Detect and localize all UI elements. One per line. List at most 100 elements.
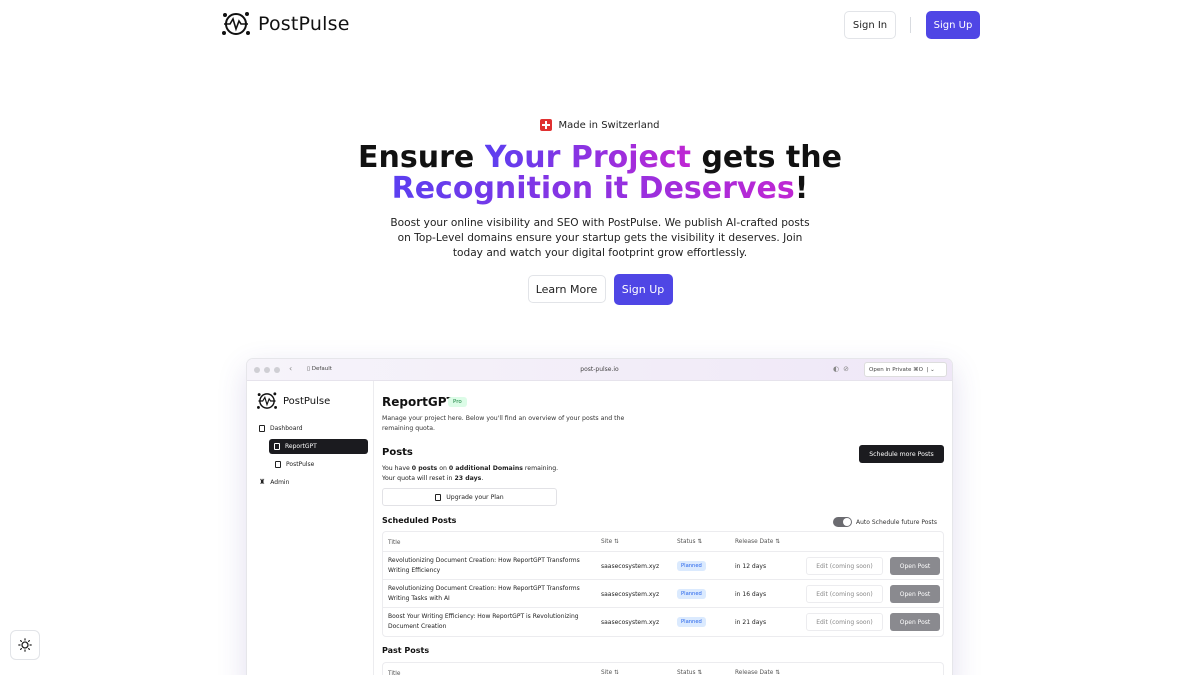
upgrade-label: Upgrade your Plan (446, 493, 504, 501)
open-private-button: Open in Private ⌘O | ⌄ (864, 362, 947, 377)
open-post-button: Open Post (890, 557, 940, 575)
hero-sign-up-button[interactable]: Sign Up (613, 274, 673, 305)
sidebar-item-dashboard: Dashboard (259, 425, 303, 432)
project-description: Manage your project here. Below you'll f… (382, 415, 625, 432)
post-title: Boost Your Writing Efficiency: How Repor… (388, 613, 579, 630)
pulse-logo-icon (257, 392, 277, 409)
site-header: PostPulse Sign In Sign Up (0, 0, 1200, 50)
table-header: Title Site ⇅ Status ⇅ Release Date ⇅ (383, 663, 943, 675)
private-shortcut: ⌘O (913, 366, 923, 373)
status-badge: Planned (677, 617, 706, 627)
table-header: Title Site ⇅ Status ⇅ Release Date ⇅ (383, 532, 943, 552)
sidebar-item-label: ReportGPT (285, 443, 317, 450)
sidebar-brand: PostPulse (255, 391, 330, 411)
sun-icon (18, 638, 32, 652)
post-release: in 21 days (735, 619, 767, 626)
column-header-title: Title (388, 540, 401, 546)
sidebar-brand-name: PostPulse (283, 395, 331, 407)
title-highlight: Recognition it Deserves (391, 171, 795, 206)
post-site: saasecosystem.xyz (601, 591, 660, 598)
admin-icon: ♜ (259, 478, 266, 486)
open-post-button: Open Post (890, 613, 940, 631)
quota-info: You have 0 posts on 0 additional Domains… (382, 464, 558, 484)
title-highlight: Your Project (484, 140, 692, 175)
sidebar-item-postpulse: PostPulse (275, 461, 314, 468)
reset-text: . (481, 475, 484, 482)
app-sidebar: PostPulse Dashboard ReportGPT PostPulse … (247, 381, 374, 675)
status-badge: Planned (677, 589, 706, 599)
share-link-icons: ◐⊘ (833, 365, 853, 373)
project-icon (275, 461, 281, 468)
sidebar-item-label: Dashboard (270, 425, 303, 432)
pulse-logo-icon (222, 12, 250, 35)
column-header-label: Status (677, 670, 696, 675)
column-header-status: Status ⇅ (677, 670, 703, 675)
document-icon (259, 425, 265, 432)
quota-text: on (437, 465, 449, 472)
column-header-label: Release Date (735, 670, 774, 675)
sidebar-item-label: Admin (270, 478, 290, 486)
title-part: gets the (691, 140, 842, 175)
upgrade-plan-button: Upgrade your Plan (382, 488, 557, 506)
app-preview-mockup: ‹ ▯ Default post-pulse.io ◐⊘ Open in Pri… (247, 359, 952, 675)
open-post-button: Open Post (890, 585, 940, 603)
table-row: Boost Your Writing Efficiency: How Repor… (383, 608, 943, 636)
reset-days: 23 days (454, 475, 482, 482)
quota-domains: 0 additional Domains (448, 465, 523, 472)
column-header-label: Site (601, 670, 613, 675)
hero-title: Ensure Your Project gets the Recognition… (0, 142, 1200, 204)
sign-up-button[interactable]: Sign Up (926, 11, 980, 39)
swiss-flag-icon (540, 119, 553, 131)
column-header-label: Status (677, 539, 696, 545)
column-header-label: Site (601, 539, 613, 545)
reset-text: Your quota will reset in (382, 475, 455, 482)
made-in-badge: Made in Switzerland (0, 119, 1200, 131)
app-main: ReportGPT Pro Manage your project here. … (375, 381, 952, 675)
private-label: Open in Private (869, 366, 912, 373)
post-title: Revolutionizing Document Creation: How R… (388, 557, 580, 574)
column-header-title: Title (388, 671, 401, 675)
hero-actions: Learn More Sign Up (0, 274, 1200, 305)
column-header-status: Status ⇅ (677, 539, 703, 545)
status-badge: Planned (677, 561, 706, 571)
column-header-site: Site ⇅ (601, 670, 619, 675)
schedule-more-posts-button: Schedule more Posts (859, 445, 944, 463)
post-site: saasecosystem.xyz (601, 619, 660, 626)
learn-more-button[interactable]: Learn More (527, 275, 606, 303)
title-part: Ensure (358, 140, 485, 175)
past-posts-table: Title Site ⇅ Status ⇅ Release Date ⇅ (382, 662, 944, 675)
sidebar-item-admin: ♜ Admin (259, 478, 289, 486)
theme-toggle-button[interactable] (10, 630, 40, 660)
table-row: Revolutionizing Document Creation: How R… (383, 552, 943, 580)
table-row: Revolutionizing Document Creation: How R… (383, 580, 943, 608)
title-part: ! (794, 171, 809, 206)
scheduled-posts-table: Title Site ⇅ Status ⇅ Release Date ⇅ Rev… (382, 531, 944, 637)
column-header-release: Release Date ⇅ (735, 670, 781, 675)
sidebar-item-label: PostPulse (286, 461, 315, 468)
plan-badge: Pro (448, 397, 467, 407)
quota-posts: 0 posts (411, 465, 438, 472)
post-site: saasecosystem.xyz (601, 563, 660, 570)
auto-schedule-toggle: Auto Schedule future Posts (833, 517, 937, 527)
sign-in-button[interactable]: Sign In (844, 11, 896, 39)
badge-text: Made in Switzerland (558, 119, 660, 131)
edit-button: Edit (coming soon) (806, 613, 883, 631)
post-title: Revolutionizing Document Creation: How R… (388, 585, 580, 602)
sidebar-item-reportgpt: ReportGPT (269, 439, 368, 454)
upgrade-icon (435, 493, 442, 501)
toggle-switch (833, 517, 852, 527)
column-header-site: Site ⇅ (601, 539, 619, 545)
posts-heading: Posts (382, 447, 413, 458)
post-release: in 12 days (735, 563, 767, 570)
browser-toolbar: ‹ ▯ Default post-pulse.io ◐⊘ Open in Pri… (247, 359, 952, 381)
brand-logo[interactable]: PostPulse (220, 10, 350, 38)
past-posts-heading: Past Posts (382, 646, 430, 655)
column-header-label: Release Date (735, 539, 774, 545)
quota-text: You have (382, 465, 412, 472)
hero-description: Boost your online visibility and SEO wit… (390, 217, 810, 259)
auto-schedule-label: Auto Schedule future Posts (856, 518, 937, 526)
post-release: in 16 days (735, 591, 767, 598)
quota-text: remaining. (522, 465, 559, 472)
project-title: ReportGPT (382, 395, 455, 409)
header-divider (910, 17, 911, 33)
